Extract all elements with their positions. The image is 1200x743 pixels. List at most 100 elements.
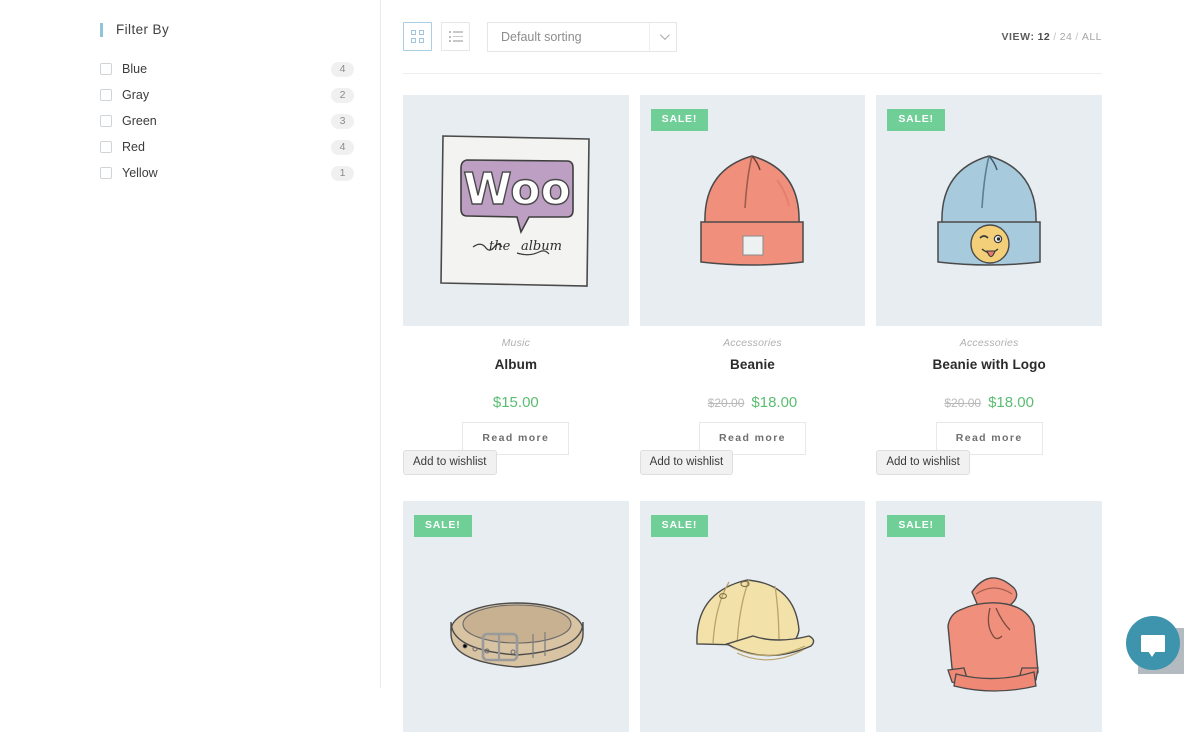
cap-yellow-illustration [696, 578, 815, 660]
product-old-price-beanie-with-logo: $20.00 [944, 396, 982, 410]
product-card-belt: SALE! [403, 501, 629, 743]
filter-widget-title: Filter By [100, 22, 354, 37]
checkbox-green[interactable] [100, 115, 112, 127]
main-content: Default sorting VIEW: 12 / 24 / ALL Woo … [381, 0, 1200, 732]
filter-list: Blue 4 Gray 2 Green 3 Red 4 Yellow 1 [100, 56, 354, 186]
sale-badge-hoodie: SALE! [887, 515, 945, 537]
product-name-beanie-with-logo[interactable]: Beanie with Logo [876, 357, 1102, 372]
product-image-beanie[interactable]: SALE! [639, 95, 866, 326]
sale-badge-cap: SALE! [650, 515, 709, 537]
product-card-album: Woo the album Music Album $15.00 Read mo… [403, 95, 629, 478]
product-price-beanie: $20.00 $18.00 [640, 394, 866, 413]
product-info-beanie: Accessories Beanie $20.00 $18.00 Read mo… [639, 326, 866, 478]
chat-widget-button[interactable] [1126, 616, 1184, 674]
checkbox-red[interactable] [100, 141, 112, 153]
sorting-dropdown-arrow[interactable] [649, 22, 676, 51]
sidebar: Filter By Blue 4 Gray 2 Green 3 Red 4 Ye… [0, 0, 381, 688]
add-to-wishlist-button-album[interactable]: Add to wishlist [403, 450, 497, 475]
filter-count-yellow: 1 [331, 165, 354, 181]
chat-bubble-icon [1141, 634, 1165, 657]
product-price-beanie-with-logo: $20.00 $18.00 [876, 394, 1102, 413]
product-category-album[interactable]: Music [403, 337, 629, 349]
album-cover-woo-illustration: Woo the album [440, 134, 590, 287]
view-count-12[interactable]: 12 [1038, 31, 1051, 43]
product-info-cap [640, 732, 866, 743]
svg-text:the: the [489, 239, 511, 254]
filter-item-gray[interactable]: Gray 2 [100, 82, 354, 108]
product-card-beanie-with-logo: SALE! Accessories Beanie with Logo $20.0… [876, 95, 1102, 478]
product-old-price-beanie: $20.00 [707, 396, 745, 410]
view-count-separator-2: / [1075, 30, 1079, 43]
checkbox-blue[interactable] [100, 63, 112, 75]
product-image-hoodie[interactable]: SALE! [876, 501, 1102, 732]
sale-badge-belt: SALE! [414, 515, 472, 537]
product-current-price-beanie-with-logo: $18.00 [988, 394, 1034, 411]
product-card-hoodie: SALE! [876, 501, 1102, 743]
product-info-hoodie [876, 732, 1102, 743]
product-name-beanie[interactable]: Beanie [640, 357, 866, 372]
filter-count-red: 4 [331, 139, 354, 155]
view-count-control: VIEW: 12 / 24 / ALL [1001, 31, 1102, 43]
filter-count-gray: 2 [331, 87, 354, 103]
svg-text:Woo: Woo [463, 164, 570, 215]
sale-badge-beanie: SALE! [650, 109, 709, 131]
product-image-belt[interactable]: SALE! [403, 501, 629, 732]
filter-widget-label: Filter By [116, 22, 170, 37]
filter-item-yellow[interactable]: Yellow 1 [100, 160, 354, 186]
filter-label-red: Red [122, 140, 145, 154]
filter-count-green: 3 [331, 113, 354, 129]
product-price-album: $15.00 [403, 394, 629, 413]
product-name-album[interactable]: Album [403, 357, 629, 372]
product-actions-album: Read more Add to wishlist [403, 422, 629, 478]
view-mode-toggle [403, 22, 470, 51]
chat-widget-circle [1126, 616, 1180, 670]
add-to-wishlist-button-beanie[interactable]: Add to wishlist [639, 450, 734, 475]
product-actions-beanie-with-logo: Read more Add to wishlist [876, 422, 1102, 478]
product-category-beanie[interactable]: Accessories [640, 337, 866, 349]
checkbox-gray[interactable] [100, 89, 112, 101]
grid-view-button[interactable] [403, 22, 432, 51]
filter-label-blue: Blue [122, 62, 148, 76]
filter-item-red[interactable]: Red 4 [100, 134, 354, 160]
filter-count-blue: 4 [331, 61, 354, 77]
product-current-price-album: $15.00 [492, 394, 539, 411]
product-info-belt [403, 732, 629, 743]
product-category-beanie-with-logo[interactable]: Accessories [876, 337, 1102, 349]
filter-item-green[interactable]: Green 3 [100, 108, 354, 134]
view-count-separator-1: / [1053, 30, 1057, 43]
shop-toolbar: Default sorting VIEW: 12 / 24 / ALL [403, 0, 1102, 74]
product-image-cap[interactable]: SALE! [639, 501, 866, 732]
view-count-all[interactable]: ALL [1082, 31, 1102, 43]
checkbox-yellow[interactable] [100, 167, 112, 179]
sale-badge-beanie-with-logo: SALE! [887, 109, 945, 131]
hoodie-salmon-illustration [947, 576, 1039, 692]
product-actions-beanie: Read more Add to wishlist [639, 422, 866, 478]
product-card-beanie: SALE! Accessories Beanie $20.00 $18.00 R… [639, 95, 866, 478]
chevron-down-icon [659, 30, 670, 41]
product-info-beanie-with-logo: Accessories Beanie with Logo $20.00 $18.… [876, 326, 1102, 478]
beanie-blue-emoji-illustration [937, 154, 1041, 266]
shop-page: Filter By Blue 4 Gray 2 Green 3 Red 4 Ye… [0, 0, 1200, 732]
product-card-cap: SALE! [639, 501, 866, 743]
filter-label-yellow: Yellow [122, 166, 158, 180]
product-image-album[interactable]: Woo the album [403, 95, 629, 326]
product-grid: Woo the album Music Album $15.00 Read mo… [403, 95, 1102, 743]
list-view-icon [448, 31, 463, 42]
product-image-beanie-with-logo[interactable]: SALE! [876, 95, 1102, 326]
sorting-select[interactable]: Default sorting [487, 21, 677, 52]
filter-item-blue[interactable]: Blue 4 [100, 56, 354, 82]
grid-view-icon [411, 30, 424, 43]
view-count-24[interactable]: 24 [1060, 31, 1073, 43]
beanie-salmon-illustration [700, 154, 805, 266]
filter-label-gray: Gray [122, 88, 150, 102]
product-info-album: Music Album $15.00 Read more Add to wish… [403, 326, 629, 478]
sorting-selected-value: Default sorting [501, 29, 582, 44]
product-current-price-beanie: $18.00 [751, 394, 798, 411]
add-to-wishlist-button-beanie-with-logo[interactable]: Add to wishlist [876, 450, 970, 475]
list-view-button[interactable] [441, 22, 470, 51]
filter-label-green: Green [122, 114, 157, 128]
accent-bar [100, 22, 103, 37]
belt-tan-illustration [450, 601, 584, 668]
view-count-label: VIEW: [1001, 30, 1035, 43]
svg-text:album: album [521, 239, 562, 254]
